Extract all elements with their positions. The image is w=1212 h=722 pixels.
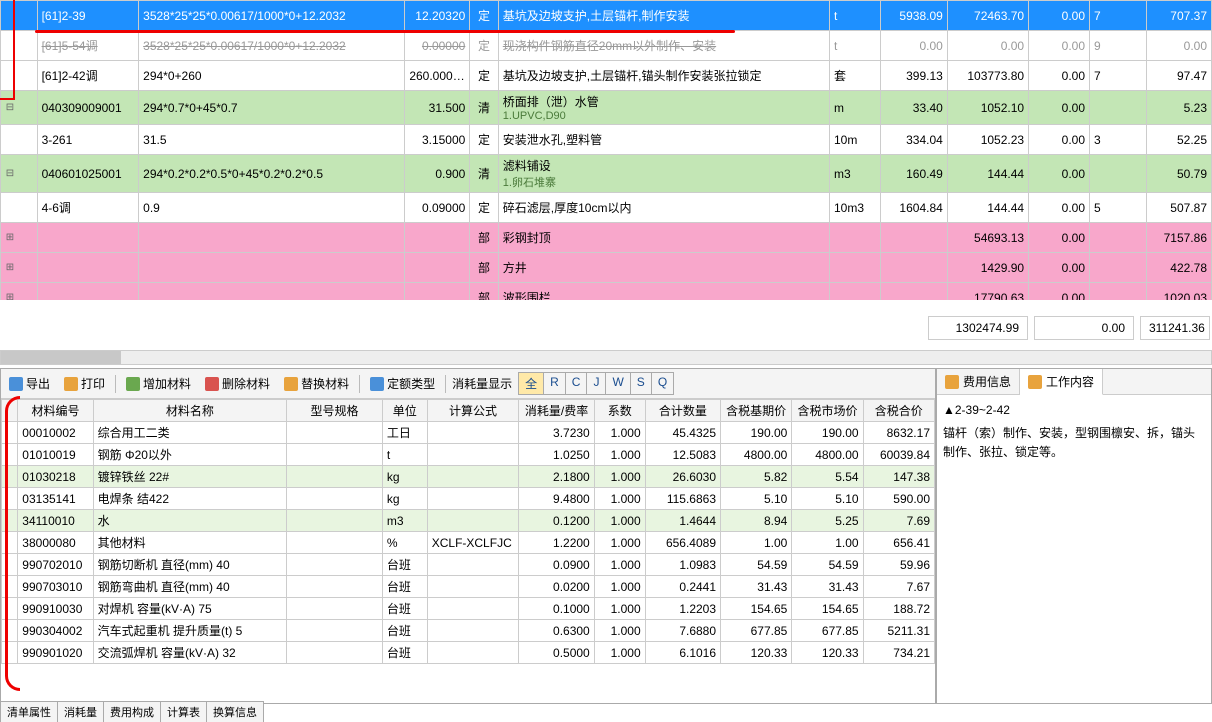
total-a: 1302474.99 (928, 316, 1028, 340)
bottom-tabs: 清单属性消耗量费用构成计算表换算信息 (0, 701, 263, 722)
filter-R[interactable]: R (544, 373, 566, 394)
upper-row[interactable]: 3-26131.53.15000定安装泄水孔,塑料管10m334.041052.… (1, 125, 1212, 155)
col-header[interactable]: 材料名称 (93, 400, 287, 422)
col-header[interactable]: 计算公式 (427, 400, 519, 422)
upper-row[interactable]: [61]2-42调294*0+260260.00000定基坑及边坡支护,土层锚杆… (1, 61, 1212, 91)
quota-type-button[interactable]: 定额类型 (366, 373, 439, 394)
material-row[interactable]: 990304002汽车式起重机 提升质量(t) 5台班0.63001.0007.… (2, 620, 935, 642)
upper-row[interactable]: [61]2-393528*25*25*0.00617/1000*0+12.203… (1, 1, 1212, 31)
quota-icon (370, 377, 384, 391)
bottom-tab[interactable]: 清单属性 (0, 701, 58, 722)
bottom-tab[interactable]: 计算表 (160, 701, 207, 722)
material-row[interactable]: 38000080其他材料%XCLF-XCLFJC1.22001.000656.4… (2, 532, 935, 554)
filter-全[interactable]: 全 (519, 373, 544, 394)
filter-C[interactable]: C (566, 373, 588, 394)
add-icon (126, 377, 140, 391)
export-icon (9, 377, 23, 391)
material-toolbar: 导出 打印 增加材料 删除材料 替换材料 定额类型 消耗量显示 全RCJWSQ (1, 369, 935, 399)
swap-icon (284, 377, 298, 391)
print-icon (64, 377, 78, 391)
bottom-tab[interactable]: 换算信息 (206, 701, 264, 722)
material-row[interactable]: 03135141电焊条 结422kg9.48001.000115.68635.1… (2, 488, 935, 510)
material-row[interactable]: 990901020交流弧焊机 容量(kV·A) 32台班0.50001.0006… (2, 642, 935, 664)
swap-material-button[interactable]: 替换材料 (280, 373, 353, 394)
upper-row[interactable]: ⊞部彩钢封顶54693.130.007157.86 (1, 223, 1212, 253)
col-header[interactable]: 单位 (382, 400, 427, 422)
material-row[interactable]: 990910030对焊机 容量(kV·A) 75台班0.10001.0001.2… (2, 598, 935, 620)
col-header[interactable]: 合计数量 (645, 400, 720, 422)
print-button[interactable]: 打印 (60, 373, 109, 394)
upper-row[interactable]: ⊞部波形围栏17790.630.001020.03 (1, 283, 1212, 301)
delete-icon (205, 377, 219, 391)
bottom-tab[interactable]: 费用构成 (103, 701, 161, 722)
upper-row[interactable]: ⊟040309009001294*0.7*0+45*0.731.500清桥面排（… (1, 91, 1212, 125)
filter-Q[interactable]: Q (652, 373, 673, 394)
filter-W[interactable]: W (606, 373, 630, 394)
material-row[interactable]: 990703010钢筋弯曲机 直径(mm) 40台班0.02001.0000.2… (2, 576, 935, 598)
upper-row[interactable]: 4-6调0.90.09000定碎石滤层,厚度10cm以内10m31604.841… (1, 193, 1212, 223)
material-row[interactable]: 01030218镀锌铁丝 22#kg2.18001.00026.60305.82… (2, 466, 935, 488)
filter-J[interactable]: J (587, 373, 606, 394)
work-icon (1028, 375, 1042, 389)
col-header[interactable]: 含税市场价 (792, 400, 863, 422)
material-row[interactable]: 990702010钢筋切断机 直径(mm) 40台班0.09001.0001.0… (2, 554, 935, 576)
bottom-tab[interactable]: 消耗量 (57, 701, 104, 722)
tab-cost-info[interactable]: 费用信息 (937, 369, 1020, 394)
filter-group: 全RCJWSQ (518, 372, 674, 395)
col-header[interactable]: 材料编号 (18, 400, 93, 422)
work-body: 锚杆（索）制作、安装，型钢围檩安、拆，锚头制作、张拉、锁定等。 (943, 424, 1205, 462)
export-button[interactable]: 导出 (5, 373, 54, 394)
material-row[interactable]: 01010019钢筋 Φ20以外t1.02501.00012.50834800.… (2, 444, 935, 466)
upper-row[interactable]: [61]5-54调3528*25*25*0.00617/1000*0+12.20… (1, 31, 1212, 61)
material-row[interactable]: 00010002综合用工二类工日3.72301.00045.4325190.00… (2, 422, 935, 444)
right-tabs: 费用信息 工作内容 (937, 369, 1211, 395)
tab-work-content[interactable]: 工作内容 (1020, 369, 1103, 395)
col-header[interactable]: 型号规格 (287, 400, 383, 422)
material-grid[interactable]: 材料编号材料名称型号规格单位计算公式消耗量/费率系数合计数量含税基期价含税市场价… (1, 399, 935, 703)
right-content: ▲2-39~2-42 锚杆（索）制作、安装，型钢围檩安、拆，锚头制作、张拉、锁定… (937, 395, 1211, 703)
material-row[interactable]: 34110010水m30.12001.0001.46448.945.257.69 (2, 510, 935, 532)
upper-row[interactable]: ⊟040601025001294*0.2*0.2*0.5*0+45*0.2*0.… (1, 155, 1212, 193)
add-material-button[interactable]: 增加材料 (122, 373, 195, 394)
h-scrollbar[interactable] (0, 350, 1212, 365)
total-b: 0.00 (1034, 316, 1134, 340)
col-header[interactable]: 含税合价 (863, 400, 934, 422)
col-header[interactable]: 系数 (594, 400, 645, 422)
cost-icon (945, 375, 959, 389)
work-title: ▲2-39~2-42 (943, 401, 1205, 420)
totals-strip: 1302474.99 0.00 311241.36 (928, 316, 1210, 340)
consume-label: 消耗量显示 (452, 375, 512, 392)
delete-material-button[interactable]: 删除材料 (201, 373, 274, 394)
col-header[interactable]: 含税基期价 (721, 400, 792, 422)
col-header[interactable]: 消耗量/费率 (519, 400, 594, 422)
upper-grid: [61]2-393528*25*25*0.00617/1000*0+12.203… (0, 0, 1212, 300)
upper-row[interactable]: ⊞部方井1429.900.00422.78 (1, 253, 1212, 283)
filter-S[interactable]: S (631, 373, 652, 394)
total-c: 311241.36 (1140, 316, 1210, 340)
